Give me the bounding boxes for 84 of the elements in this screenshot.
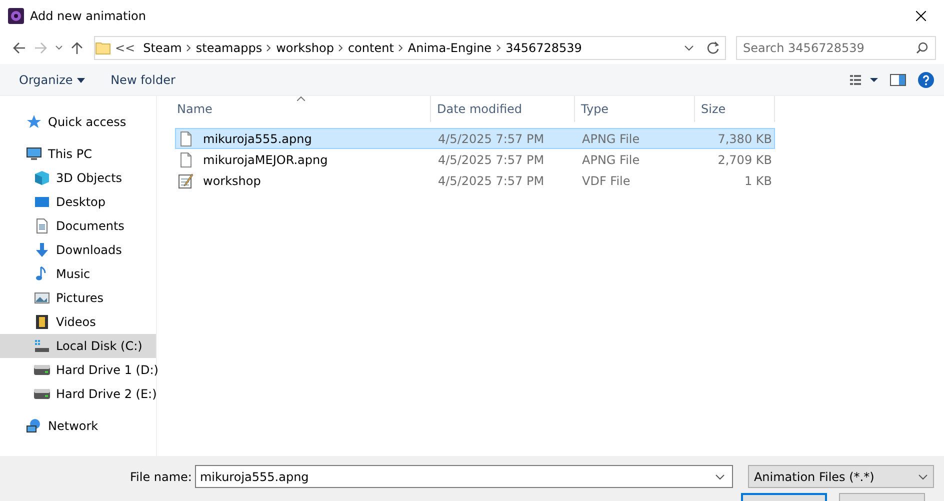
breadcrumb[interactable]: 3456728539 [502, 39, 586, 57]
notepad-icon [178, 172, 194, 188]
refresh-icon[interactable] [706, 41, 720, 55]
chevron-down-icon [714, 474, 725, 480]
arrow-right-icon [34, 41, 48, 55]
film-icon [34, 314, 50, 330]
sidebar-item[interactable]: Desktop [0, 190, 156, 214]
preview-pane-icon[interactable] [890, 74, 906, 86]
file-type-dropdown[interactable]: Animation Files (*.*) [748, 465, 934, 488]
drive-icon [34, 338, 50, 354]
file-name: mikuroja555.apng [202, 130, 312, 148]
column-header[interactable]: Name [171, 96, 431, 122]
file-row[interactable]: workshop 4/5/2025 7:57 PM VDF File 1 KB [175, 170, 775, 191]
close-icon [916, 11, 926, 21]
arrow-left-icon [12, 41, 26, 55]
folder-icon [95, 40, 111, 56]
file-date: 4/5/2025 7:57 PM [437, 130, 546, 148]
search-field[interactable]: Search 3456728539 [736, 36, 936, 60]
column-header[interactable]: Type [575, 96, 695, 122]
column-header[interactable]: Size [695, 96, 775, 122]
breadcrumb[interactable]: content [344, 39, 398, 57]
file-date: 4/5/2025 7:57 PM [437, 172, 546, 190]
cube-icon [34, 170, 50, 186]
sidebar-item[interactable]: Hard Drive 1 (D:) [0, 358, 156, 382]
open-button[interactable] [741, 493, 827, 501]
sidebar-item[interactable]: Downloads [0, 238, 156, 262]
sidebar-item[interactable]: 3D Objects [0, 166, 156, 190]
file-name-field[interactable]: mikuroja555.apng [194, 465, 733, 488]
document-icon [34, 218, 50, 234]
chevron-right-icon [186, 44, 192, 52]
file-size: 1 KB [743, 172, 772, 190]
search-icon [916, 42, 928, 54]
file-size: 2,709 KB [716, 152, 772, 168]
document-icon [178, 130, 194, 146]
dropdown-icon[interactable] [684, 45, 694, 51]
breadcrumb[interactable]: Steam [139, 39, 186, 57]
file-name: mikurojaMEJOR.apng [202, 152, 328, 168]
sidebar-item[interactable]: Pictures [0, 286, 156, 310]
monitor-icon [26, 146, 42, 162]
address-bar[interactable]: << Steam steamapps workshop content Anima-Engine 3456728539 [94, 36, 726, 60]
star-icon [26, 114, 42, 130]
new-folder-button[interactable]: New folder [104, 66, 182, 92]
chevron-right-icon [496, 44, 502, 52]
app-icon [8, 8, 24, 24]
file-row[interactable]: mikurojaMEJOR.apng 4/5/2025 7:57 PM APNG File 2,709 KB [175, 149, 775, 170]
file-type: APNG File [581, 130, 641, 148]
breadcrumb[interactable]: workshop [272, 39, 338, 57]
arrow-up-icon [70, 41, 84, 55]
picture-icon [34, 290, 50, 306]
chevron-right-icon [338, 44, 344, 52]
organize-button[interactable]: Organize [12, 66, 92, 92]
drive-icon [34, 386, 50, 402]
document-icon [178, 152, 194, 168]
file-type: VDF File [581, 172, 632, 190]
sidebar-item[interactable]: Hard Drive 2 (E:) [0, 382, 156, 406]
column-header[interactable]: Date modified [431, 96, 575, 122]
file-date: 4/5/2025 7:57 PM [437, 152, 546, 168]
sidebar-item[interactable]: Network [0, 414, 156, 438]
desktop-icon [34, 194, 50, 210]
breadcrumb[interactable]: Anima-Engine [404, 39, 496, 57]
breadcrumb[interactable]: steamapps [192, 39, 266, 57]
sidebar-item[interactable]: Music [0, 262, 156, 286]
file-name: workshop [202, 172, 261, 190]
sidebar-item[interactable]: Quick access [0, 110, 156, 134]
drive-icon [34, 362, 50, 378]
sidebar-item[interactable]: Documents [0, 214, 156, 238]
file-name-label: File name: [130, 468, 192, 486]
download-arrow-icon [34, 242, 50, 258]
file-size: 7,380 KB [716, 130, 772, 148]
sidebar-item[interactable]: This PC [0, 142, 156, 166]
chevron-down-icon [55, 45, 63, 51]
chevron-right-icon [266, 44, 272, 52]
view-options-icon[interactable] [850, 74, 878, 86]
chevron-right-icon [398, 44, 404, 52]
help-icon[interactable] [918, 72, 934, 88]
chevron-down-icon [918, 474, 928, 480]
file-row[interactable]: mikuroja555.apng 4/5/2025 7:57 PM APNG File 7,380 KB [175, 128, 775, 149]
overflow-chevron[interactable]: << [111, 39, 140, 57]
sidebar-item[interactable]: Videos [0, 310, 156, 334]
sidebar-item[interactable]: Local Disk (C:) [0, 334, 156, 358]
caret-icon [76, 78, 85, 83]
file-type: APNG File [581, 152, 641, 168]
network-icon [26, 418, 42, 434]
window-title: Add new animation [30, 8, 146, 25]
